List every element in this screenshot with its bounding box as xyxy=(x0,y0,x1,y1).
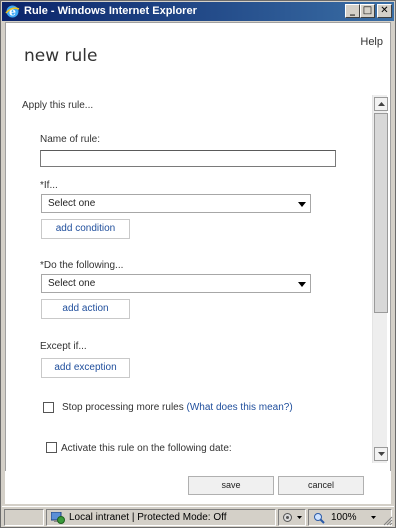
scroll-down-button[interactable] xyxy=(374,447,388,461)
security-zone-text: Local intranet | Protected Mode: Off xyxy=(69,512,227,523)
action-select[interactable]: Select one xyxy=(41,274,311,293)
except-if-label: Except if... xyxy=(40,341,87,352)
add-condition-button[interactable]: add condition xyxy=(41,219,130,239)
if-condition-value: Select one xyxy=(48,198,96,209)
close-button[interactable]: ✕ xyxy=(377,4,392,18)
window-title: Rule - Windows Internet Explorer xyxy=(24,5,197,17)
minimize-button[interactable]: _ xyxy=(345,4,360,18)
title-bar[interactable]: e Rule - Windows Internet Explorer _ □ ✕ xyxy=(2,2,394,21)
dropdown-arrow-icon xyxy=(298,282,306,287)
rule-name-input[interactable] xyxy=(40,150,336,167)
local-intranet-icon xyxy=(51,512,65,524)
add-action-button[interactable]: add action xyxy=(41,299,130,319)
activate-date-label: Activate this rule on the following date… xyxy=(61,443,232,454)
help-link[interactable]: Help xyxy=(360,36,383,48)
page-title: new rule xyxy=(24,46,98,66)
dialog-footer: save cancel xyxy=(5,471,391,504)
maximize-button[interactable]: □ xyxy=(360,4,375,18)
status-bar: Local intranet | Protected Mode: Off 100… xyxy=(2,506,394,527)
resize-grip-icon[interactable] xyxy=(383,516,393,526)
scroll-up-button[interactable] xyxy=(374,97,388,111)
zoom-pane[interactable]: 100% xyxy=(308,509,392,526)
stop-processing-label: Stop processing more rules (What does th… xyxy=(62,402,293,413)
internet-explorer-icon: e xyxy=(5,5,20,19)
if-label: *If... xyxy=(40,180,58,191)
apply-rule-label: Apply this rule... xyxy=(22,100,94,111)
chevron-down-icon xyxy=(297,516,302,519)
scroll-thumb[interactable] xyxy=(374,113,388,313)
activate-date-checkbox[interactable] xyxy=(46,442,57,453)
what-does-this-mean-link[interactable]: (What does this mean?) xyxy=(187,402,293,413)
dropdown-arrow-icon xyxy=(298,202,306,207)
chevron-down-icon xyxy=(371,516,376,519)
action-value: Select one xyxy=(48,278,96,289)
down-arrow-icon xyxy=(378,452,385,456)
protected-mode-pane[interactable] xyxy=(278,509,306,526)
if-condition-select[interactable]: Select one xyxy=(41,194,311,213)
do-following-label: *Do the following... xyxy=(40,260,124,271)
stop-processing-checkbox[interactable] xyxy=(43,402,54,413)
add-exception-button[interactable]: add exception xyxy=(41,358,130,378)
security-zone-pane[interactable]: Local intranet | Protected Mode: Off xyxy=(46,509,276,526)
page-content: Help new rule Apply this rule... Name of… xyxy=(5,22,391,504)
status-pane-empty xyxy=(4,509,44,526)
save-button[interactable]: save xyxy=(188,476,274,495)
rule-name-label: Name of rule: xyxy=(40,134,101,145)
browser-window: e Rule - Windows Internet Explorer _ □ ✕… xyxy=(0,0,396,528)
up-arrow-icon xyxy=(378,102,385,106)
zoom-icon xyxy=(314,513,325,524)
zoom-level: 100% xyxy=(331,512,357,523)
vertical-scrollbar[interactable] xyxy=(372,95,388,463)
settings-icon xyxy=(283,513,292,522)
cancel-button[interactable]: cancel xyxy=(278,476,364,495)
stop-processing-text: Stop processing more rules xyxy=(62,402,184,413)
